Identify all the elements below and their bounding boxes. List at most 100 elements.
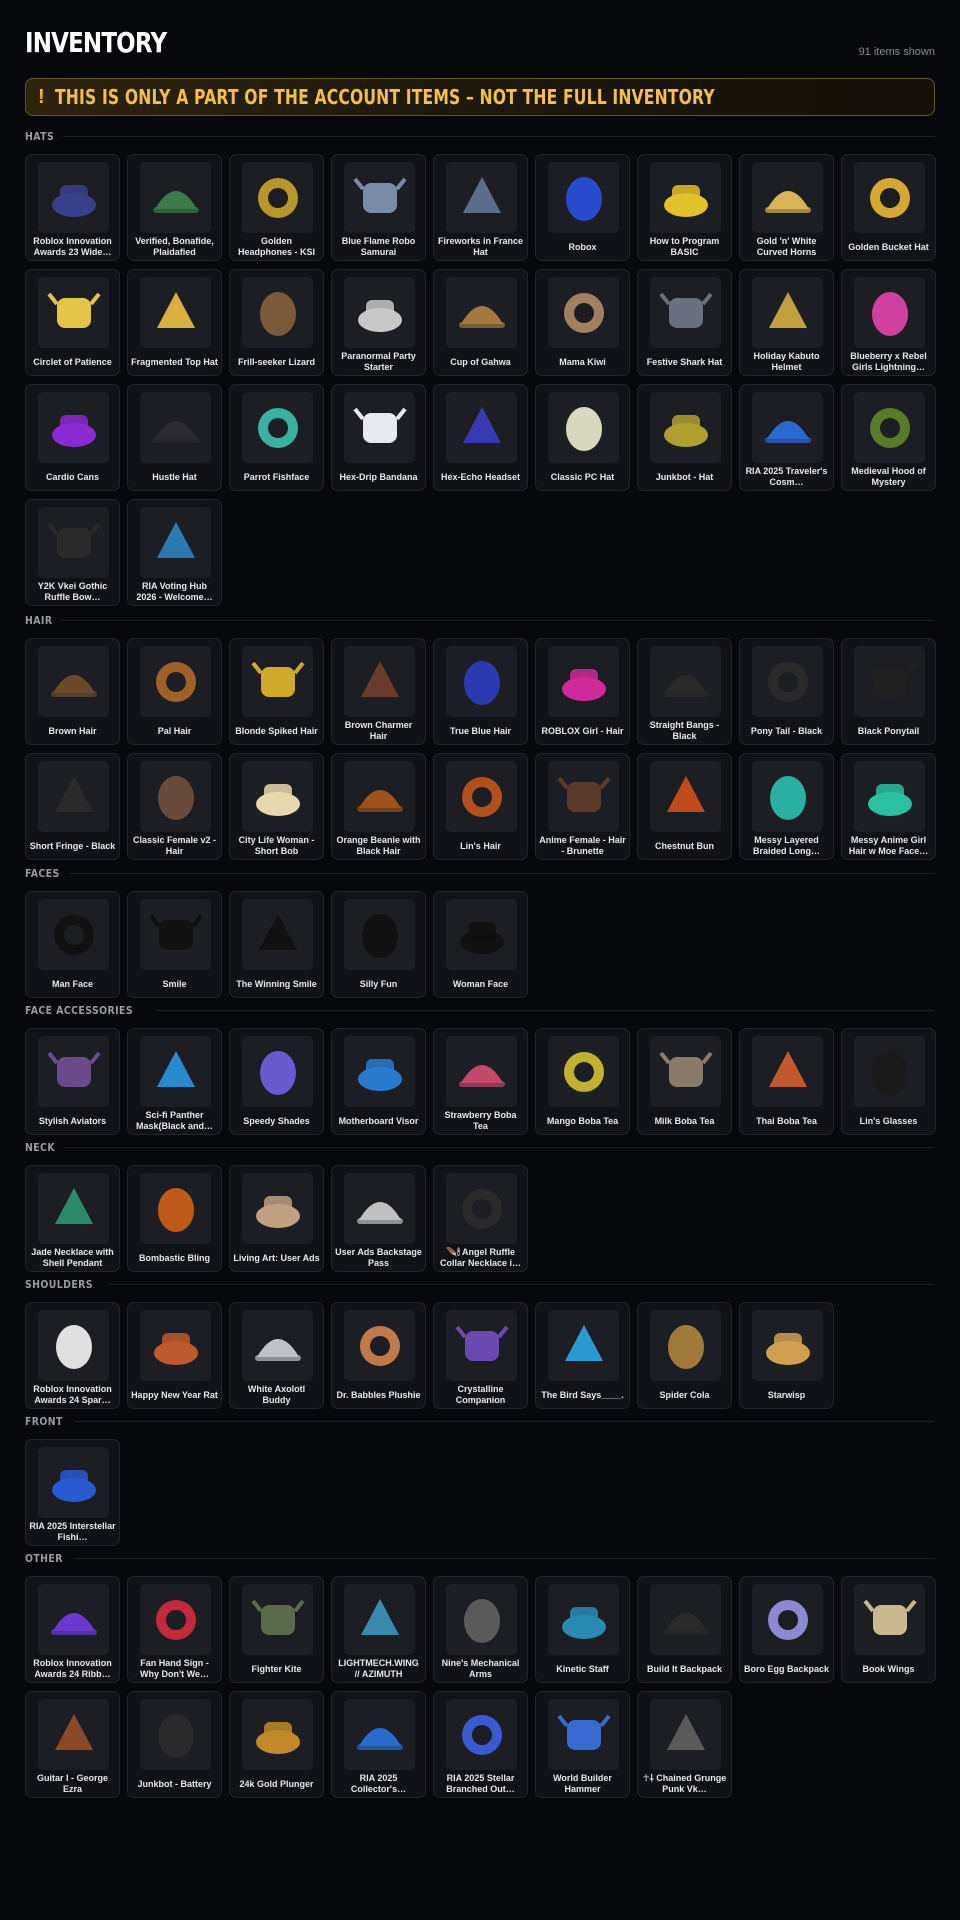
item-card[interactable]: Golden Bucket Hat [841, 154, 936, 261]
item-card[interactable]: Book Wings [841, 1576, 936, 1683]
item-card[interactable]: Strawberry Boba Tea [433, 1028, 528, 1135]
item-card[interactable]: Festive Shark Hat [637, 269, 732, 376]
item-name: Straight Bangs - Black [649, 720, 720, 741]
item-card[interactable]: Lin's Glasses [841, 1028, 936, 1135]
item-card[interactable]: ROBLOX Girl - Hair [535, 638, 630, 745]
item-card[interactable]: The Winning Smile [229, 891, 324, 998]
item-card[interactable]: Frill-seeker Lizard [229, 269, 324, 376]
item-card[interactable]: Robox [535, 154, 630, 261]
item-card[interactable]: Blueberry x Rebel Girls Lightning… [841, 269, 936, 376]
item-card[interactable]: Fan Hand Sign - Why Don't We… [127, 1576, 222, 1683]
item-card[interactable]: Cardio Cans [25, 384, 120, 491]
item-card[interactable]: Blonde Spiked Hair [229, 638, 324, 745]
item-thumbnail-icon [140, 1173, 211, 1244]
item-card[interactable]: Orange Beanie with Black Hair [331, 753, 426, 860]
item-card[interactable]: The Bird Says____. [535, 1302, 630, 1409]
item-card[interactable]: 🪶🕯 Angel Ruffle Collar Necklace i… [433, 1165, 528, 1272]
item-card[interactable]: User Ads Backstage Pass [331, 1165, 426, 1272]
item-card[interactable]: Junkbot - Battery [127, 1691, 222, 1798]
item-card[interactable]: RIA Voting Hub 2026 - Welcome… [127, 499, 222, 606]
item-card[interactable]: Straight Bangs - Black [637, 638, 732, 745]
item-card[interactable]: Mama Kiwi [535, 269, 630, 376]
item-card[interactable]: Brown Charmer Hair [331, 638, 426, 745]
item-card[interactable]: Classic PC Hat [535, 384, 630, 491]
item-card[interactable]: RIA 2025 Collector's… [331, 1691, 426, 1798]
item-card[interactable]: Speedy Shades [229, 1028, 324, 1135]
item-card[interactable]: Hustle Hat [127, 384, 222, 491]
item-card[interactable]: How to Program BASIC [637, 154, 732, 261]
item-card[interactable]: Messy Anime Girl Hair w Moe Face… [841, 753, 936, 860]
item-card[interactable]: Fireworks in France Hat [433, 154, 528, 261]
item-card[interactable]: Classic Female v2 - Hair [127, 753, 222, 860]
item-card[interactable]: Chestnut Bun [637, 753, 732, 860]
item-thumbnail-icon [446, 1310, 517, 1381]
item-card[interactable]: Silly Fun [331, 891, 426, 998]
item-card[interactable]: Hex-Drip Bandana [331, 384, 426, 491]
item-card[interactable]: Anime Female - Hair - Brunette [535, 753, 630, 860]
item-card[interactable]: Woman Face [433, 891, 528, 998]
item-card[interactable]: Boro Egg Backpack [739, 1576, 834, 1683]
item-card[interactable]: Smile [127, 891, 222, 998]
item-card[interactable]: Mango Boba Tea [535, 1028, 630, 1135]
item-card[interactable]: World Builder Hammer [535, 1691, 630, 1798]
item-card[interactable]: Circlet of Patience [25, 269, 120, 376]
section-divider [63, 135, 935, 137]
item-card[interactable]: LIGHTMECH.WING // AZIMUTH [331, 1576, 426, 1683]
item-card[interactable]: RIA 2025 Stellar Branched Out… [433, 1691, 528, 1798]
item-card[interactable]: Thai Boba Tea [739, 1028, 834, 1135]
item-card[interactable]: City Life Woman - Short Bob [229, 753, 324, 860]
item-card[interactable]: Junkbot - Hat [637, 384, 732, 491]
item-card[interactable]: Holiday Kabuto Helmet [739, 269, 834, 376]
item-card[interactable]: Kinetic Staff [535, 1576, 630, 1683]
item-card[interactable]: Roblox Innovation Awards 24 Spar… [25, 1302, 120, 1409]
item-card[interactable]: Guitar I - George Ezra [25, 1691, 120, 1798]
item-card[interactable]: Roblox Innovation Awards 24 Ribb… [25, 1576, 120, 1683]
item-card[interactable]: Brown Hair [25, 638, 120, 745]
item-card[interactable]: Roblox Innovation Awards 23 Wide… [25, 154, 120, 261]
item-card[interactable]: Cup of Gahwa [433, 269, 528, 376]
item-card[interactable]: Stylish Aviators [25, 1028, 120, 1135]
item-card[interactable]: Bombastic Bling [127, 1165, 222, 1272]
item-card[interactable]: Starwisp [739, 1302, 834, 1409]
item-card[interactable]: Pal Hair [127, 638, 222, 745]
item-card[interactable]: True Blue Hair [433, 638, 528, 745]
item-card[interactable]: Blue Flame Robo Samurai [331, 154, 426, 261]
item-card[interactable]: RIA 2025 Traveler's Cosm… [739, 384, 834, 491]
item-card[interactable]: Spider Cola [637, 1302, 732, 1409]
item-card[interactable]: Jade Necklace with Shell Pendant [25, 1165, 120, 1272]
item-card[interactable]: Pony Tail - Black [739, 638, 834, 745]
item-card[interactable]: Motherboard Visor [331, 1028, 426, 1135]
item-card[interactable]: Gold 'n' White Curved Horns [739, 154, 834, 261]
item-card[interactable]: RIA 2025 Interstellar Fishi… [25, 1439, 120, 1546]
item-card[interactable]: Lin's Hair [433, 753, 528, 860]
item-card[interactable]: Short Fringe - Black [25, 753, 120, 860]
item-thumbnail-icon [548, 646, 619, 717]
item-card[interactable]: Y2K Vkei Gothic Ruffle Bow… [25, 499, 120, 606]
item-card[interactable]: Build It Backpack [637, 1576, 732, 1683]
item-card[interactable]: Verified, Bonafide, Plaidafied [127, 154, 222, 261]
item-card[interactable]: Messy Layered Braided Long… [739, 753, 834, 860]
item-thumbnail-icon [854, 761, 925, 832]
item-card[interactable]: Living Art: User Ads [229, 1165, 324, 1272]
item-card[interactable]: Nine's Mechanical Arms [433, 1576, 528, 1683]
item-card[interactable]: White Axolotl Buddy [229, 1302, 324, 1409]
item-card[interactable]: 24k Gold Plunger [229, 1691, 324, 1798]
item-card[interactable]: Milk Boba Tea [637, 1028, 732, 1135]
item-card[interactable]: Black Ponytail [841, 638, 936, 745]
item-name: Thai Boba Tea [756, 1115, 817, 1126]
item-card[interactable]: Crystalline Companion [433, 1302, 528, 1409]
item-card[interactable]: Fighter Kite [229, 1576, 324, 1683]
item-card[interactable]: Golden Headphones - KSI [229, 154, 324, 261]
item-card[interactable]: Medieval Hood of Mystery [841, 384, 936, 491]
item-card[interactable]: Paranormal Party Starter [331, 269, 426, 376]
item-thumbnail-icon [752, 1310, 823, 1381]
item-card[interactable]: Parrot Fishface [229, 384, 324, 491]
item-card[interactable]: ☥⸸ Chained Grunge Punk Vk… [637, 1691, 732, 1798]
item-card[interactable]: Man Face [25, 891, 120, 998]
item-card[interactable]: Sci-fi Panther Mask(Black and… [127, 1028, 222, 1135]
item-card[interactable]: Dr. Babbles Plushie [331, 1302, 426, 1409]
item-card[interactable]: Happy New Year Rat [127, 1302, 222, 1409]
item-card[interactable]: Fragmented Top Hat [127, 269, 222, 376]
item-thumbnail-icon [242, 761, 313, 832]
item-card[interactable]: Hex-Echo Headset [433, 384, 528, 491]
